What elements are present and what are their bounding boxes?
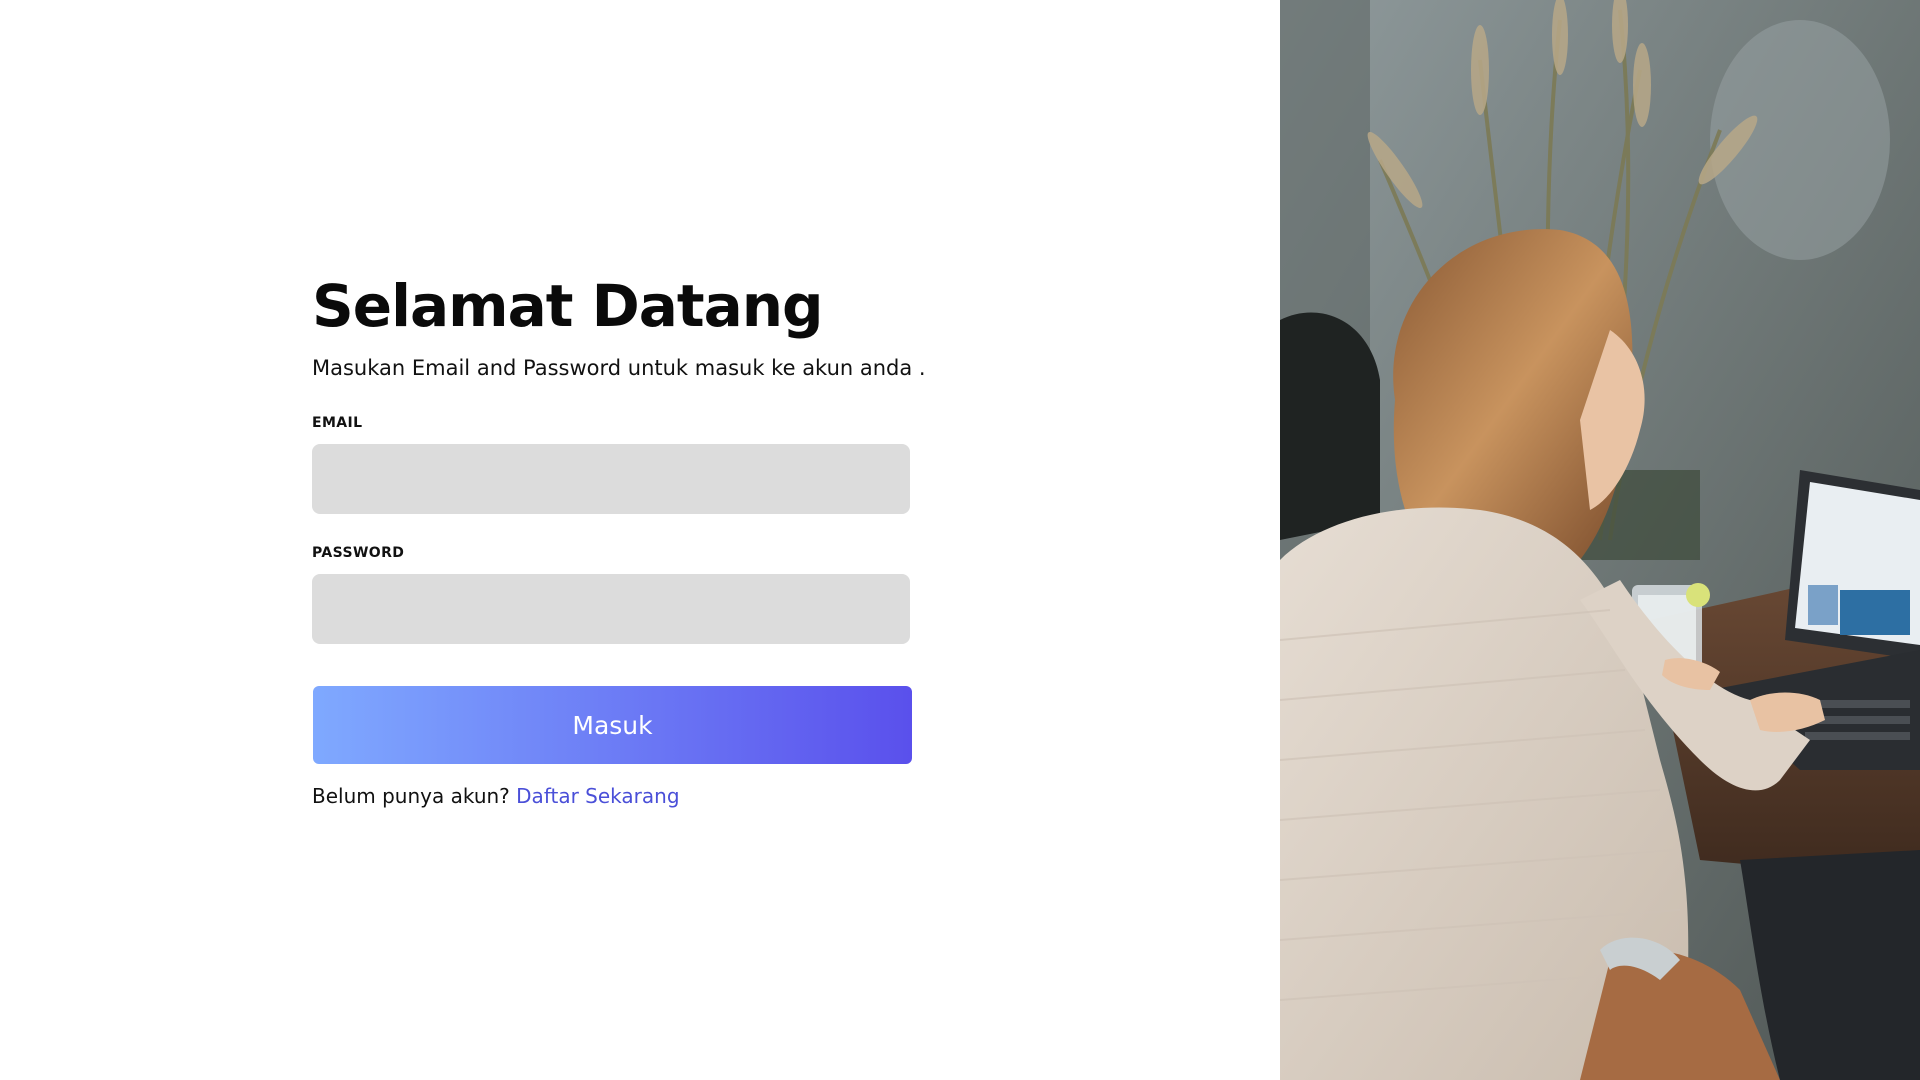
hero-image <box>1280 0 1920 1080</box>
login-page: Selamat Datang Masukan Email and Passwor… <box>0 0 1920 1080</box>
signup-prompt: Belum punya akun? Daftar Sekarang <box>312 782 1012 810</box>
signup-link[interactable]: Daftar Sekarang <box>516 784 679 808</box>
login-form: Selamat Datang Masukan Email and Passwor… <box>312 268 1012 810</box>
photo-woman-laptop-icon <box>1280 0 1920 1080</box>
signup-prompt-text: Belum punya akun? <box>312 784 510 808</box>
email-label: EMAIL <box>312 415 363 431</box>
page-title: Selamat Datang <box>312 272 824 340</box>
email-field[interactable] <box>312 444 910 514</box>
login-panel: Selamat Datang Masukan Email and Passwor… <box>0 0 1280 1080</box>
password-field[interactable] <box>312 574 910 644</box>
password-label: PASSWORD <box>312 545 405 561</box>
page-subtitle: Masukan Email and Password untuk masuk k… <box>312 356 926 380</box>
login-button[interactable]: Masuk <box>313 686 912 764</box>
